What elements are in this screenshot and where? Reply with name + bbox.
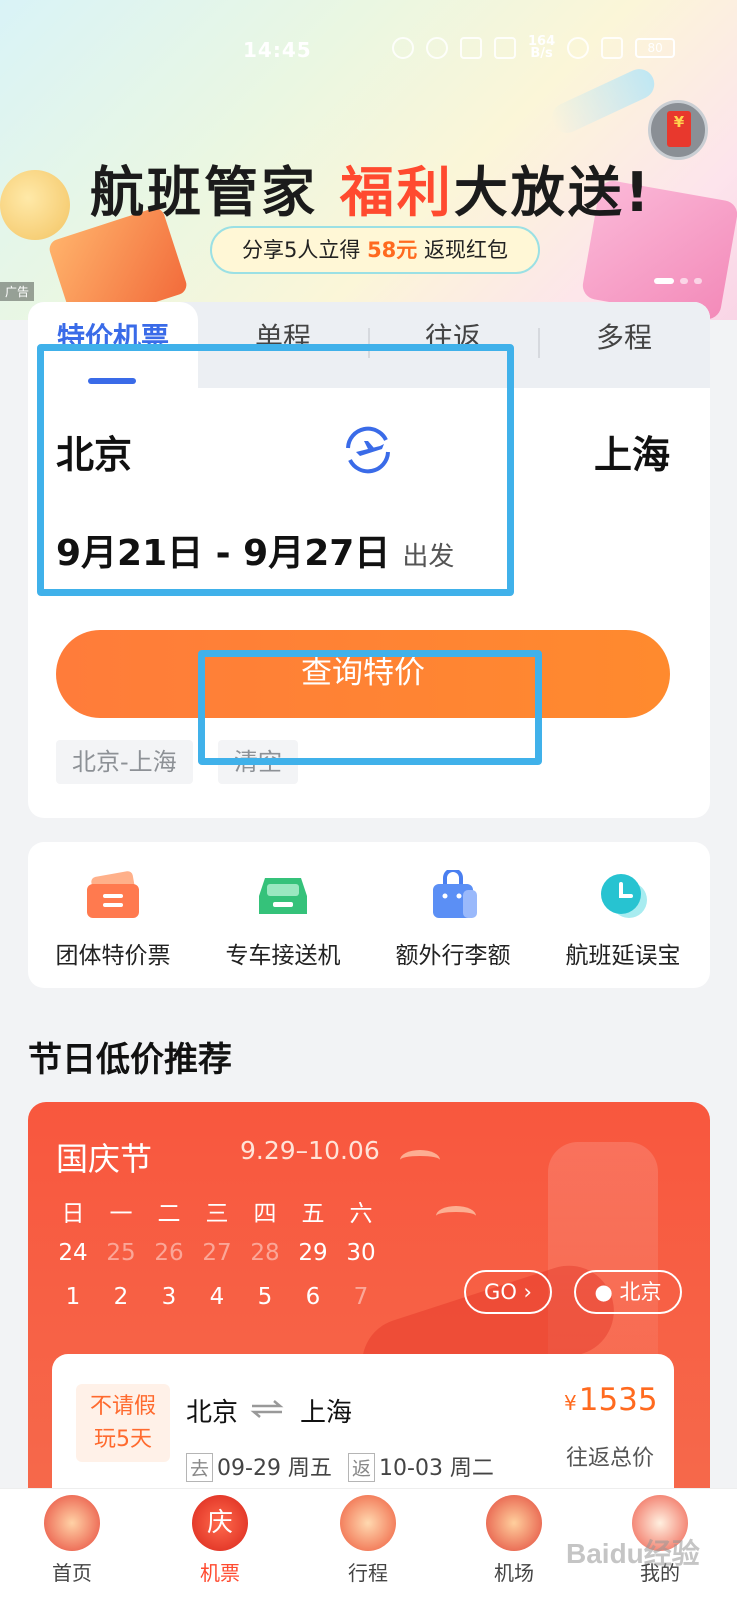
bird-decoration xyxy=(400,1150,440,1170)
calendar-day: 28 xyxy=(250,1240,280,1266)
service-group-ticket[interactable]: 团体特价票 xyxy=(28,870,198,970)
swap-arrows-icon xyxy=(250,1400,284,1418)
nav-flights[interactable]: 庆 机票 xyxy=(174,1495,266,1586)
alarm-icon xyxy=(494,37,516,59)
route-return-date: 返 10-03 周二 xyxy=(348,1450,494,1482)
banner-headline: 航班管家 福利大放送! xyxy=(90,161,653,224)
route-from-city: 北京 xyxy=(186,1398,239,1428)
calendar-day: 27 xyxy=(202,1240,232,1266)
calendar-day: 4 xyxy=(209,1284,225,1310)
tab-multi-city[interactable]: 多程 xyxy=(538,302,710,388)
weekday-label: 三 xyxy=(205,1201,229,1227)
weekday-label: 一 xyxy=(109,1201,133,1227)
calendar-day: 2 xyxy=(113,1284,129,1310)
network-speed: 164 B/s xyxy=(528,34,556,61)
nav-trips[interactable]: 行程 xyxy=(322,1495,414,1586)
route-to-city: 上海 xyxy=(300,1398,353,1428)
lantern-icon: 庆 xyxy=(192,1495,248,1551)
wifi-icon xyxy=(567,37,590,59)
status-icons: 164 B/s 80 xyxy=(392,34,676,61)
highlight-box-search xyxy=(198,650,542,765)
group-ticket-icon xyxy=(87,871,139,918)
weekday-label: 四 xyxy=(253,1201,277,1227)
calendar-day: 1 xyxy=(65,1284,81,1310)
clock-icon xyxy=(601,874,647,918)
banner-subtitle: 分享5人立得 58元 返现红包 xyxy=(210,226,540,274)
go-button[interactable]: GO › xyxy=(464,1270,552,1314)
coin-decoration xyxy=(0,170,70,240)
carousel-dot xyxy=(680,278,688,284)
holiday-title: 国庆节 xyxy=(56,1140,153,1178)
calendar-day: 5 xyxy=(257,1284,273,1310)
service-shortcuts: 团体特价票 专车接送机 额外行李额 航班延误宝 xyxy=(28,842,710,988)
highlight-box-route xyxy=(37,344,514,596)
signal-icon xyxy=(601,37,624,59)
calendar-day: 29 xyxy=(298,1240,328,1266)
carousel-dot xyxy=(694,278,702,284)
service-extra-luggage[interactable]: 额外行李额 xyxy=(368,870,538,970)
service-delay-insurance[interactable]: 航班延误宝 xyxy=(538,870,708,970)
location-pin-icon: ● xyxy=(594,1280,613,1304)
section-title: 节日低价推荐 xyxy=(28,1040,232,1080)
route-price: ¥1535 xyxy=(564,1382,658,1418)
carousel-dot xyxy=(654,278,674,284)
service-car-transfer[interactable]: 专车接送机 xyxy=(198,870,368,970)
bird-decoration xyxy=(436,1206,476,1226)
plane-decoration xyxy=(546,64,660,138)
calendar-day: 7 xyxy=(353,1284,369,1310)
luggage-bag-icon xyxy=(433,870,477,918)
carousel-dots xyxy=(654,278,702,284)
nfc-icon xyxy=(392,37,414,59)
calendar-day: 30 xyxy=(346,1240,376,1266)
calendar-day: 6 xyxy=(305,1284,321,1310)
holiday-promo-card[interactable]: 国庆节 9.29–10.06 日 一 二 三 四 五 六 24 25 26 27… xyxy=(28,1102,710,1522)
weekday-label: 五 xyxy=(301,1201,325,1227)
battery-icon: 80 xyxy=(635,38,676,58)
chevron-right-icon: › xyxy=(523,1280,532,1304)
nav-home[interactable]: 首页 xyxy=(26,1495,118,1586)
route-depart-date: 去 09-29 周五 xyxy=(186,1450,332,1482)
weekday-label: 二 xyxy=(157,1201,181,1227)
watermark: Baidu经验 xyxy=(566,1538,700,1569)
calendar-day: 25 xyxy=(106,1240,136,1266)
status-time: 14:45 xyxy=(243,38,312,62)
car-icon xyxy=(259,878,307,914)
drum-icon xyxy=(340,1495,396,1551)
eye-icon xyxy=(426,37,448,59)
weekday-label: 日 xyxy=(61,1201,85,1227)
calendar-day: 3 xyxy=(161,1284,177,1310)
holiday-range: 9.29–10.06 xyxy=(240,1136,380,1165)
calendar-day: 26 xyxy=(154,1240,184,1266)
home-gate-icon xyxy=(44,1495,100,1551)
route-price-note: 往返总价 xyxy=(566,1446,655,1471)
status-bar: 14:45 164 B/s 80 xyxy=(0,34,737,66)
arrival-city[interactable]: 上海 xyxy=(594,424,670,479)
ad-tag: 广告 xyxy=(0,282,35,301)
location-button[interactable]: ● 北京 xyxy=(574,1270,682,1314)
route-badge: 不请假 玩5天 xyxy=(76,1384,170,1462)
history-chip[interactable]: 北京-上海 xyxy=(56,740,193,784)
weekday-label: 六 xyxy=(349,1201,373,1227)
promo-banner[interactable]: 14:45 164 B/s 80 航班管家 福利大放送! 分享5人立得 58元 … xyxy=(0,0,737,320)
calendar-day: 24 xyxy=(58,1240,88,1266)
gate-tower-icon xyxy=(486,1495,542,1551)
nav-airport[interactable]: 机场 xyxy=(468,1495,560,1586)
n-icon xyxy=(460,37,482,59)
